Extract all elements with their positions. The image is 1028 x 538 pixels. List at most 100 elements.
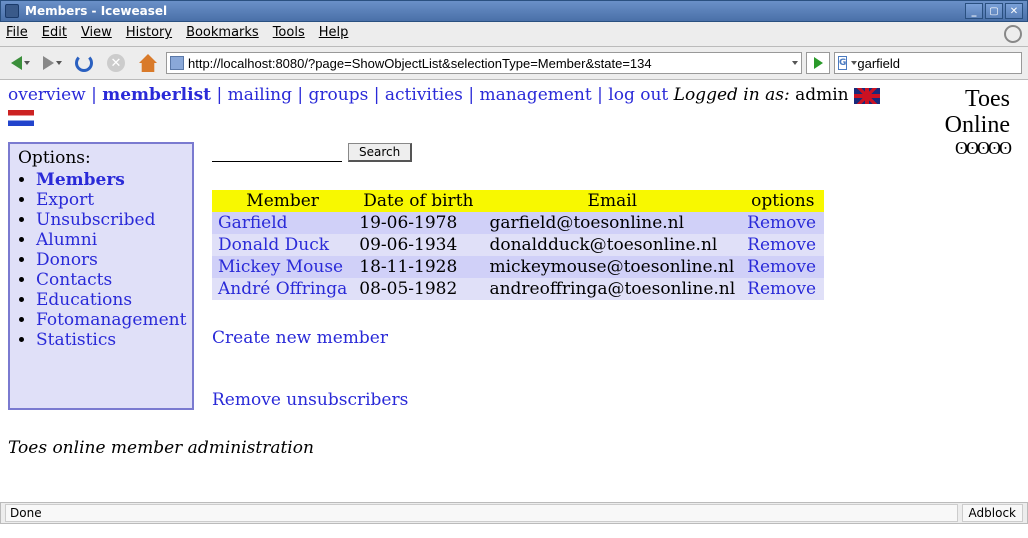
back-button[interactable]: [6, 51, 34, 75]
page-content: Toes Online ʘʘʘʘʘ overview | memberlist …: [0, 80, 1028, 502]
logo-squiggle: ʘʘʘʘʘ: [945, 139, 1010, 159]
stop-icon: ✕: [107, 54, 125, 72]
stop-button[interactable]: ✕: [102, 51, 130, 75]
col-dob: Date of birth: [353, 190, 483, 212]
nav-management[interactable]: management: [479, 85, 591, 105]
remove-link[interactable]: Remove: [747, 257, 816, 277]
url-bar[interactable]: [166, 52, 802, 74]
sidebar-item: Unsubscribed: [36, 210, 184, 230]
members-table: Member Date of birth Email options Garfi…: [212, 190, 824, 300]
logged-in-user: admin: [795, 85, 849, 105]
adblock-button[interactable]: Adblock: [962, 504, 1023, 522]
window-title: Members - Iceweasel: [25, 4, 965, 18]
chevron-down-icon: [56, 61, 62, 65]
remove-unsubscribers-link[interactable]: Remove unsubscribers: [212, 390, 408, 410]
play-icon: [814, 57, 823, 69]
table-row: André Offringa 08-05-1982 andreoffringa@…: [212, 278, 824, 300]
lang-flag-uk[interactable]: [854, 85, 880, 105]
forward-button[interactable]: [38, 51, 66, 75]
sidebar-item: Statistics: [36, 330, 184, 350]
chevron-down-icon[interactable]: [792, 61, 798, 65]
flag-nl-icon: [8, 110, 34, 126]
menu-edit[interactable]: Edit: [42, 25, 67, 43]
throbber-icon: [1004, 25, 1022, 43]
status-text: Done: [5, 504, 958, 522]
logo-line2: Online: [945, 112, 1010, 138]
table-row: Donald Duck 09-06-1934 donaldduck@toeson…: [212, 234, 824, 256]
arrow-right-icon: [43, 56, 54, 70]
statusbar: Done Adblock: [0, 502, 1028, 524]
sidebar-link-educations[interactable]: Educations: [36, 290, 132, 310]
cell-dob: 18-11-1928: [353, 256, 483, 278]
cell-email: andreoffringa@toesonline.nl: [483, 278, 741, 300]
sidebar-item: Members: [36, 170, 184, 190]
cell-email: donaldduck@toesonline.nl: [483, 234, 741, 256]
col-member: Member: [212, 190, 353, 212]
page-icon: [170, 56, 184, 70]
remove-link[interactable]: Remove: [747, 279, 816, 299]
search-engine-icon[interactable]: G: [838, 56, 847, 70]
window-titlebar: Members - Iceweasel _ ▢ ✕: [0, 0, 1028, 22]
sidebar-item: Contacts: [36, 270, 184, 290]
menu-bookmarks[interactable]: Bookmarks: [186, 25, 259, 43]
menu-tools[interactable]: Tools: [273, 25, 305, 43]
member-link[interactable]: Garfield: [218, 213, 288, 233]
sidebar-link-donors[interactable]: Donors: [36, 250, 98, 270]
cell-dob: 08-05-1982: [353, 278, 483, 300]
remove-link[interactable]: Remove: [747, 235, 816, 255]
arrow-left-icon: [11, 56, 22, 70]
nav-overview[interactable]: overview: [8, 85, 86, 105]
table-row: Mickey Mouse 18-11-1928 mickeymouse@toes…: [212, 256, 824, 278]
search-box[interactable]: G 🔍: [834, 52, 1022, 74]
sidebar-item: Educations: [36, 290, 184, 310]
top-nav: overview | memberlist | mailing | groups…: [8, 84, 1020, 128]
cell-dob: 09-06-1934: [353, 234, 483, 256]
menu-file[interactable]: File: [6, 25, 28, 43]
logged-in-label: Logged in as: admin: [674, 85, 849, 105]
create-member-link[interactable]: Create new member: [212, 328, 388, 348]
member-link[interactable]: Mickey Mouse: [218, 257, 343, 277]
reload-button[interactable]: [70, 51, 98, 75]
create-member-row: Create new member: [212, 328, 945, 348]
window-minimize-button[interactable]: _: [965, 3, 983, 19]
remove-link[interactable]: Remove: [747, 213, 816, 233]
sidebar-link-contacts[interactable]: Contacts: [36, 270, 112, 290]
app-icon: [5, 4, 19, 18]
sidebar-item: Export: [36, 190, 184, 210]
nav-memberlist[interactable]: memberlist: [102, 85, 211, 105]
nav-logout[interactable]: log out: [608, 85, 668, 105]
menu-history[interactable]: History: [126, 25, 172, 43]
member-link[interactable]: André Offringa: [218, 279, 347, 299]
sidebar-link-export[interactable]: Export: [36, 190, 94, 210]
member-search-input[interactable]: [212, 142, 342, 162]
sidebar-link-fotomanagement[interactable]: Fotomanagement: [36, 310, 186, 330]
window-maximize-button[interactable]: ▢: [985, 3, 1003, 19]
menu-view[interactable]: View: [81, 25, 112, 43]
go-button[interactable]: [806, 52, 830, 74]
nav-groups[interactable]: groups: [309, 85, 369, 105]
table-header-row: Member Date of birth Email options: [212, 190, 824, 212]
sidebar-item: Fotomanagement: [36, 310, 184, 330]
sidebar-link-alumni[interactable]: Alumni: [36, 230, 97, 250]
menu-help[interactable]: Help: [319, 25, 349, 43]
nav-mailing[interactable]: mailing: [228, 85, 292, 105]
url-input[interactable]: [188, 56, 788, 71]
col-email: Email: [483, 190, 741, 212]
logo-line1: Toes: [945, 86, 1010, 112]
main-column: Search Member Date of birth Email option…: [194, 142, 945, 410]
member-link[interactable]: Donald Duck: [218, 235, 329, 255]
window-close-button[interactable]: ✕: [1005, 3, 1023, 19]
lang-flag-nl[interactable]: [8, 107, 34, 127]
cell-dob: 19-06-1978: [353, 212, 483, 234]
nav-activities[interactable]: activities: [385, 85, 463, 105]
col-options: options: [741, 190, 824, 212]
member-search-row: Search: [212, 142, 945, 162]
sidebar-link-statistics[interactable]: Statistics: [36, 330, 116, 350]
site-logo: Toes Online ʘʘʘʘʘ: [945, 84, 1020, 159]
home-button[interactable]: [134, 51, 162, 75]
menubar: File Edit View History Bookmarks Tools H…: [0, 22, 1028, 47]
sidebar-link-members[interactable]: Members: [36, 170, 125, 190]
sidebar-link-unsubscribed[interactable]: Unsubscribed: [36, 210, 155, 230]
browser-search-input[interactable]: [857, 56, 1028, 71]
member-search-button[interactable]: Search: [348, 143, 412, 162]
